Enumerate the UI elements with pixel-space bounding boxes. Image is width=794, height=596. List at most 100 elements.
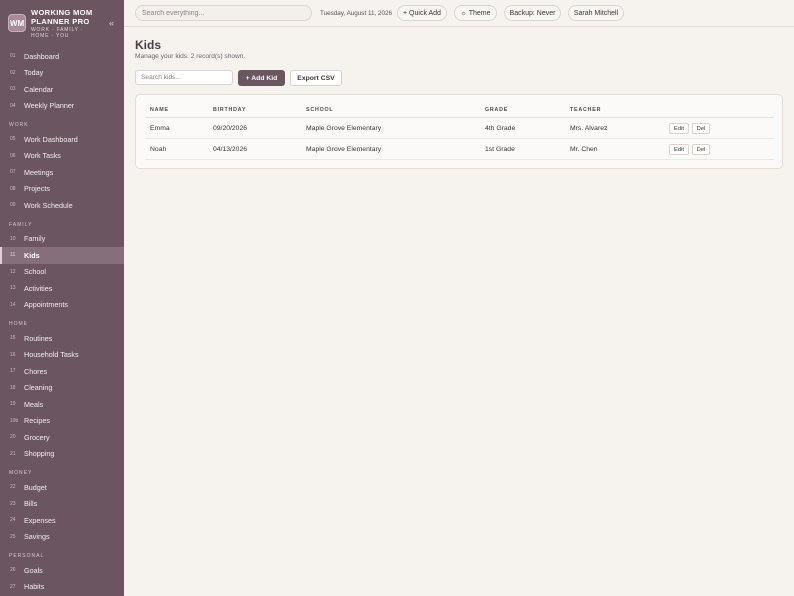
sidebar-item-school[interactable]: 12 School [0, 264, 124, 281]
kids-table: NAME BIRTHDAY SCHOOL GRADE TEACHER Emma … [135, 94, 783, 169]
kid-grade: 1st Grade [485, 146, 515, 153]
sidebar-item-recipes[interactable]: 19b Recipes [0, 413, 124, 430]
sidebar-item-expenses[interactable]: 24 Expenses [0, 512, 124, 529]
sidebar-section-label: HOME [9, 321, 28, 327]
theme-button[interactable]: ☼ Theme [454, 5, 497, 21]
sidebar-item-weekly-planner[interactable]: 04 Weekly Planner [0, 98, 124, 115]
current-date: Tuesday, August 11, 2026 [320, 10, 392, 17]
sidebar-item-projects[interactable]: 08 Projects [0, 181, 124, 198]
sidebar-item-habits[interactable]: 27 Habits [0, 579, 124, 596]
sidebar-item-label: Bills [24, 499, 38, 509]
sidebar-item-number: 24 [10, 517, 16, 524]
sidebar-item-label: Dashboard [24, 51, 60, 61]
sidebar-item-number: 21 [10, 450, 16, 457]
user-menu-button[interactable]: Sarah Mitchell [568, 5, 624, 21]
sidebar-item-label: Work Tasks [24, 151, 61, 161]
sidebar-item-work-tasks[interactable]: 06 Work Tasks [0, 148, 124, 165]
sidebar-item-number: 09 [10, 202, 16, 209]
kids-search-input[interactable] [135, 70, 233, 85]
sidebar-item-calendar[interactable]: 03 Calendar [0, 81, 124, 98]
sidebar: WM WORKING MOM PLANNER PRO WORK · FAMILY… [0, 0, 124, 596]
sidebar-item-meetings[interactable]: 07 Meetings [0, 164, 124, 181]
kid-name: Noah [150, 146, 167, 153]
sidebar-item-number: 08 [10, 185, 16, 192]
collapse-sidebar-icon[interactable]: « [109, 18, 114, 28]
sidebar-item-number: 19 [10, 401, 16, 408]
sidebar-item-number: 22 [10, 484, 16, 491]
sidebar-item-routines[interactable]: 15 Routines [0, 330, 124, 347]
sidebar-item-grocery[interactable]: 20 Grocery [0, 429, 124, 446]
sidebar-item-shopping[interactable]: 21 Shopping [0, 446, 124, 463]
sidebar-item-goals[interactable]: 26 Goals [0, 562, 124, 579]
sidebar-item-label: School [24, 267, 46, 277]
sidebar-item-label: Chores [24, 366, 48, 376]
kid-grade: 4th Grade [485, 125, 516, 132]
column-header-birthday: BIRTHDAY [213, 107, 247, 113]
sidebar-item-work-schedule[interactable]: 09 Work Schedule [0, 197, 124, 214]
edit-button[interactable]: Edit [669, 123, 689, 134]
page-subtitle: Manage your kids. 2 record(s) shown. [135, 53, 246, 60]
export-csv-button[interactable]: Export CSV [290, 70, 342, 86]
sidebar-item-today[interactable]: 02 Today [0, 65, 124, 82]
sidebar-item-label: Cleaning [24, 383, 53, 393]
sidebar-item-number: 13 [10, 285, 16, 292]
app-name: WORKING MOM PLANNER PRO [31, 7, 93, 26]
sidebar-item-household-tasks[interactable]: 16 Household Tasks [0, 347, 124, 364]
global-search-input[interactable] [135, 5, 312, 21]
page-title: Kids [135, 38, 162, 52]
sidebar-item-number: 15 [10, 335, 16, 342]
sidebar-item-label: Grocery [24, 432, 50, 442]
sidebar-item-label: Work Schedule [24, 200, 73, 210]
sidebar-item-number: 03 [10, 86, 16, 93]
sidebar-item-number: 19b [10, 417, 19, 424]
sidebar-item-label: Today [24, 68, 44, 78]
column-header-school: SCHOOL [306, 107, 334, 113]
sidebar-item-dashboard[interactable]: 01 Dashboard [0, 48, 124, 65]
sidebar-item-number: 06 [10, 152, 16, 159]
delete-button[interactable]: Del [692, 123, 710, 134]
sidebar-item-kids[interactable]: 11 Kids [0, 247, 124, 264]
sidebar-item-number: 04 [10, 102, 16, 109]
quick-add-button[interactable]: + Quick Add [397, 5, 447, 21]
sidebar-item-activities[interactable]: 13 Activities [0, 280, 124, 297]
sidebar-item-number: 16 [10, 351, 16, 358]
sidebar-item-number: 05 [10, 136, 16, 143]
sidebar-item-number: 02 [10, 69, 16, 76]
sidebar-item-savings[interactable]: 25 Savings [0, 529, 124, 546]
sidebar-item-number: 07 [10, 169, 16, 176]
backup-button[interactable]: Backup: Never [504, 5, 561, 21]
top-bar: Tuesday, August 11, 2026 + Quick Add ☼ T… [124, 0, 794, 27]
add-kid-button[interactable]: + Add Kid [238, 70, 285, 86]
kid-birthday: 09/20/2026 [213, 125, 248, 132]
column-header-teacher: TEACHER [570, 107, 602, 113]
sidebar-section-label: WORK [9, 122, 29, 128]
app-tagline: WORK · FAMILY · HOME · YOU [31, 26, 84, 39]
table-header: NAME BIRTHDAY SCHOOL GRADE TEACHER [145, 101, 774, 118]
sidebar-item-number: 20 [10, 434, 16, 441]
sidebar-item-label: Expenses [24, 515, 56, 525]
sidebar-item-label: Shopping [24, 449, 55, 459]
sidebar-item-label: Work Dashboard [24, 134, 78, 144]
sidebar-item-label: Activities [24, 283, 53, 293]
sidebar-item-label: Routines [24, 333, 53, 343]
kid-teacher: Mrs. Alvarez [570, 125, 608, 132]
sidebar-item-number: 25 [10, 533, 16, 540]
sidebar-item-number: 01 [10, 53, 16, 60]
sidebar-item-work-dashboard[interactable]: 05 Work Dashboard [0, 131, 124, 148]
sidebar-item-label: Meals [24, 399, 44, 409]
sidebar-item-bills[interactable]: 23 Bills [0, 496, 124, 513]
sidebar-section-label: PERSONAL [9, 553, 45, 559]
sidebar-item-cleaning[interactable]: 18 Cleaning [0, 380, 124, 397]
sidebar-item-family[interactable]: 10 Family [0, 231, 124, 248]
sidebar-item-number: 23 [10, 500, 16, 507]
kid-teacher: Mr. Chen [570, 146, 598, 153]
sidebar-item-budget[interactable]: 22 Budget [0, 479, 124, 496]
edit-button[interactable]: Edit [669, 144, 689, 155]
sidebar-item-chores[interactable]: 17 Chores [0, 363, 124, 380]
delete-button[interactable]: Del [692, 144, 710, 155]
sidebar-item-label: Meetings [24, 167, 54, 177]
sidebar-item-label: Family [24, 234, 46, 244]
sidebar-item-appointments[interactable]: 14 Appointments [0, 297, 124, 314]
sidebar-item-meals[interactable]: 19 Meals [0, 396, 124, 413]
sidebar-item-number: 17 [10, 368, 16, 375]
